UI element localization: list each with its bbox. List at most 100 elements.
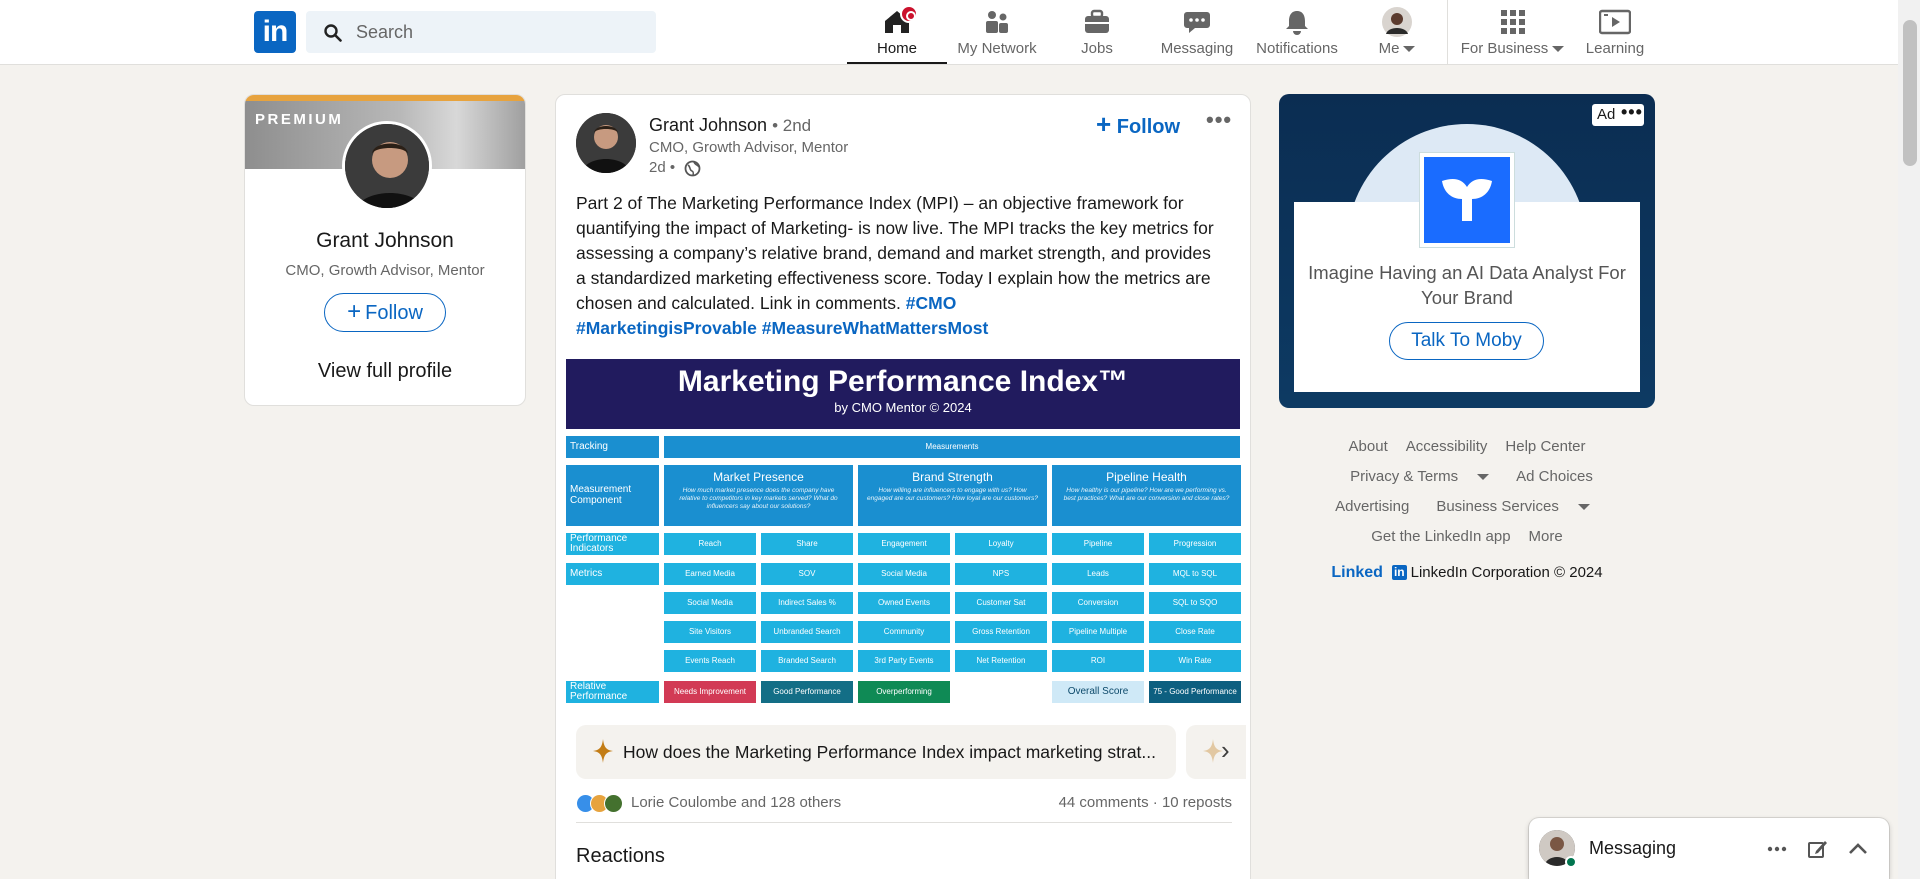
ai-question-chip[interactable] [1186,725,1246,779]
nav-jobs[interactable]: Jobs [1047,0,1147,64]
component-questions: How willing are influencers to engage wi… [867,486,1038,502]
nav-my-network[interactable]: My Network [947,0,1047,64]
comments-link[interactable]: 44 comments [1059,794,1149,811]
nav-label: Learning [1585,40,1645,57]
indicator-cell: Engagement [858,533,950,555]
ad-cta-button[interactable]: Talk To Moby [1389,322,1544,360]
footer-row: Get the LinkedIn app More [1279,522,1655,552]
component-questions: How much market presence does the compan… [679,486,838,510]
follow-label: Follow [1116,116,1181,138]
connection-degree: • 2nd [772,116,812,135]
footer-link[interactable]: Help Center [1505,438,1585,455]
plus-icon: + [347,298,362,325]
nav-me[interactable]: Me [1347,0,1447,64]
avatar[interactable] [576,113,636,173]
more-options-icon[interactable]: ••• [1206,107,1232,133]
nav-label: My Network [957,40,1037,57]
metric-cell: 3rd Party Events [858,650,950,672]
advertiser-logo[interactable] [1420,153,1514,247]
metric-cell: Unbranded Search [761,621,853,643]
legend-cell: Overall Score [1052,681,1144,703]
nav-divider [1447,0,1448,64]
chevron-right-icon[interactable]: › [1221,735,1230,766]
post-text: Part 2 of The Marketing Performance Inde… [576,191,1216,341]
ad-label[interactable]: Ad ••• [1592,101,1644,126]
metric-cell: ROI [1052,650,1144,672]
chevron-up-icon[interactable] [1847,838,1869,860]
profile-name[interactable]: Grant Johnson [245,229,525,253]
messaging-overlay[interactable]: Messaging [1529,818,1889,879]
grid-icon [1500,10,1525,34]
footer-link[interactable]: About [1349,438,1388,455]
chevron-down-icon [1477,474,1490,481]
component-questions: How healthy is our pipeline? How are we … [1063,486,1230,502]
footer-link[interactable]: Business Services [1427,498,1599,515]
component-header: Brand Strength How willing are influencer… [858,465,1047,526]
nav-label: For Business [1455,40,1570,57]
more-options-icon[interactable]: ••• [1621,101,1643,123]
nav-messaging[interactable]: Messaging [1147,0,1247,64]
component-header: Market Presence How much market presence … [664,465,853,526]
follow-button[interactable]: + Follow [1096,109,1180,140]
indicator-cell: Share [761,533,853,555]
post-body: Part 2 of The Marketing Performance Inde… [576,193,1214,313]
indicator-cell: Reach [664,533,756,555]
nav-label: Me [1347,40,1447,57]
ad-card[interactable]: Ad ••• Imagine Having an AI Data Analyst … [1279,94,1655,408]
online-status-dot [1565,856,1577,868]
view-full-profile-link[interactable]: View full profile [245,360,525,383]
bell-icon [1286,11,1308,35]
scrollbar-thumb[interactable] [1903,20,1917,166]
reposts-link[interactable]: 10 reposts [1162,794,1232,811]
footer: About Accessibility Help Center Privacy & … [1279,432,1655,588]
infographic-subtitle: by CMO Mentor © 2024 [834,400,972,415]
follow-button[interactable]: + Follow [324,293,446,332]
footer-link[interactable]: Advertising [1335,498,1409,515]
infographic-row-label: Measurement Component [566,465,659,526]
avatar[interactable] [342,121,432,211]
footer-link[interactable]: Get the LinkedIn app [1371,528,1510,545]
comment-repost-counts: 44 comments · 10 reposts [1058,794,1232,811]
metric-cell: Community [858,621,950,643]
nav-for-business[interactable]: For Business [1455,0,1570,64]
component-name: Market Presence [713,470,804,484]
metric-cell: Indirect Sales % [761,592,853,614]
footer-row: Advertising Business Services [1279,492,1655,522]
metric-cell: Site Visitors [664,621,756,643]
sparkle-icon [593,739,613,763]
author-name: Grant Johnson [649,115,768,135]
post-image[interactable]: Marketing Performance Index™ by CMO Ment… [566,359,1241,705]
follow-label: Follow [365,302,423,324]
nav-label: Messaging [1160,40,1234,57]
more-options-icon[interactable] [1766,838,1788,860]
ai-question-chip[interactable]: How does the Marketing Performance Index… [576,725,1176,779]
infographic-label: Tracking [566,436,659,458]
infographic-title: Marketing Performance Index™ [677,365,1129,398]
metric-cell: Social Media [664,592,756,614]
hashtag-link[interactable]: #CMO [906,293,957,313]
component-name: Brand Strength [912,470,993,484]
nav-home[interactable]: Home [847,0,947,64]
post-author[interactable]: Grant Johnson • 2nd [649,115,811,136]
premium-label: PREMIUM [255,111,344,128]
hashtag-link[interactable]: #MarketingisProvable [576,318,757,338]
legend-cell: Overperforming [858,681,950,703]
learning-icon [1599,9,1631,35]
nav-notifications[interactable]: Notifications [1247,0,1347,64]
nav-learning[interactable]: Learning [1570,0,1660,64]
footer-link[interactable]: Privacy & Terms [1341,468,1498,485]
footer-link[interactable]: Accessibility [1406,438,1488,455]
infographic-label: Measurements [664,436,1240,458]
nav-label: Notifications [1256,40,1338,57]
footer-link[interactable]: More [1529,528,1563,545]
compose-icon[interactable] [1807,838,1829,860]
search-input[interactable]: Search [306,11,656,53]
footer-link[interactable]: Ad Choices [1516,468,1593,485]
metric-cell: Social Media [858,563,950,585]
hashtag-link[interactable]: #MeasureWhatMattersMost [762,318,989,338]
linkedin-logo[interactable]: in [254,11,296,53]
metric-cell: Net Retention [955,650,1047,672]
reactors-link[interactable]: Lorie Coulombe and 128 others [631,794,841,811]
chevron-down-icon [1403,46,1416,53]
divider [576,822,1232,823]
